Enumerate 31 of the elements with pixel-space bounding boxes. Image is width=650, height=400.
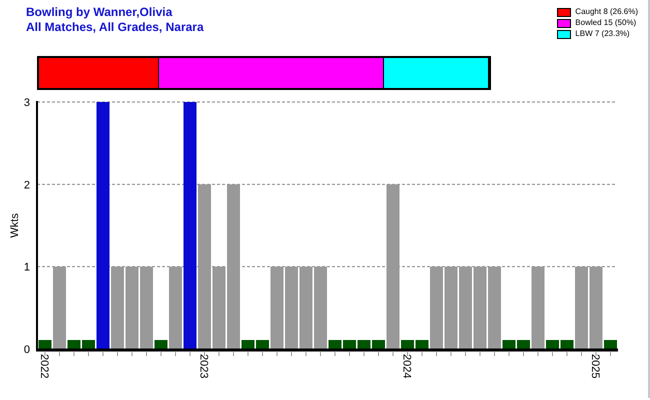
zero-wicket-marker [560,340,574,349]
zero-wicket-marker [242,340,254,349]
zero-wicket-marker [256,340,269,349]
zero-wicket-marker [517,340,530,349]
x-tick-label: 2022 [38,354,50,378]
zero-wicket-marker [401,340,414,349]
zero-wicket-marker [68,340,80,349]
zero-wicket-marker [604,340,617,349]
zero-wicket-marker [416,340,428,349]
zero-wicket-marker [358,340,370,349]
legend-label: Caught 8 (26.6%) [575,7,638,17]
x-tick-label: 2025 [589,354,601,378]
legend-label: Bowled 15 (50%) [575,18,636,28]
chart-title: Bowling by Wanner,Olivia [26,5,174,20]
zero-wicket-marker [154,340,168,349]
y-tick-label: 1 [24,262,30,274]
x-tick-label: 2024 [400,354,412,378]
zero-wicket-marker [328,340,342,349]
zero-wicket-marker [82,340,95,349]
legend-label: LBW 7 (23.3%) [575,29,630,39]
x-tick-label: 2023 [198,354,210,378]
y-tick-label: 2 [24,179,30,192]
zero-wicket-marker [372,340,385,349]
chart-subtitle: All Matches, All Grades, Narara [26,20,204,35]
zero-wicket-marker [38,340,52,349]
y-axis-title: Wkts [9,213,21,238]
zero-wicket-marker [546,340,559,349]
y-tick-label: 0 [24,344,30,356]
y-tick-label: 3 [24,97,30,109]
zero-wicket-marker [502,340,516,349]
zero-wicket-marker [343,340,356,349]
